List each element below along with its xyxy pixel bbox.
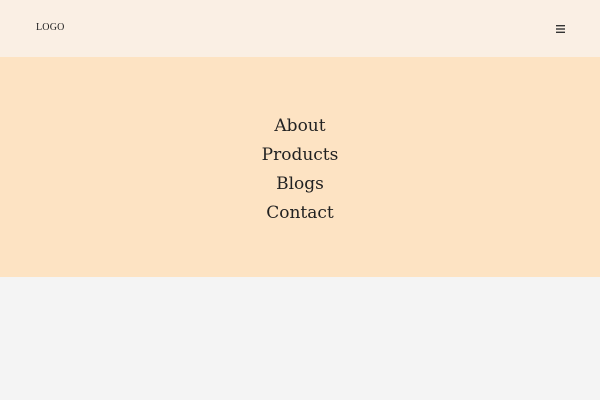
menu-list: About Products Blogs Contact — [0, 112, 600, 228]
menu-link-products[interactable]: Products — [262, 141, 339, 170]
site-header: LOGO — [0, 0, 600, 57]
menu-item-blogs: Blogs — [0, 170, 600, 199]
menu-item-contact: Contact — [0, 199, 600, 228]
menu-link-contact[interactable]: Contact — [266, 199, 334, 228]
logo[interactable]: LOGO — [36, 22, 65, 34]
menu-link-about[interactable]: About — [274, 112, 325, 141]
menu-item-about: About — [0, 112, 600, 141]
menu-toggle-button[interactable] — [556, 25, 565, 33]
mobile-menu-panel: About Products Blogs Contact — [0, 57, 600, 277]
menu-item-products: Products — [0, 141, 600, 170]
page-content-area — [0, 277, 600, 400]
hamburger-menu-icon — [556, 25, 565, 33]
menu-link-blogs[interactable]: Blogs — [276, 170, 324, 199]
